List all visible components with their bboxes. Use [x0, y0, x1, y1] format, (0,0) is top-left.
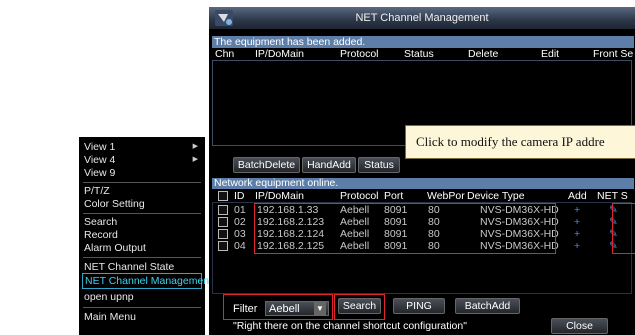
col-id: ID — [234, 190, 245, 202]
select-all-checkbox[interactable] — [218, 191, 228, 201]
col-device-type: Device Type — [467, 190, 525, 202]
menu-separator — [83, 213, 201, 214]
batch-add-button[interactable]: BatchAdd — [455, 298, 520, 314]
menu-item-wrapper: NET Channel Management — [79, 273, 212, 289]
shortcut-hint: "Right there on the channel shortcut con… — [233, 320, 467, 332]
menu-item-view-1[interactable]: View 1 ▶ — [84, 141, 200, 153]
ping-button[interactable]: PING — [393, 298, 445, 314]
menu-item-view-9[interactable]: View 9 — [84, 167, 200, 179]
window-title: NET Channel Management — [355, 12, 489, 24]
menu-item-main-menu[interactable]: Main Menu — [84, 311, 200, 323]
online-table-header: ID IP/DoMain Protocol Port WebPor Device… — [212, 189, 632, 202]
menu-item-record[interactable]: Record — [84, 229, 200, 241]
menu-item-open-upnp[interactable]: open upnp — [84, 291, 200, 303]
added-equipment-header: The equipment has been added. — [212, 36, 634, 48]
menu-separator — [83, 257, 201, 258]
tooltip-callout: Click to modify the camera IP addre — [405, 125, 635, 159]
col-net-setting: NET S — [597, 190, 628, 202]
row-checkbox[interactable] — [218, 205, 228, 215]
menu-separator — [83, 182, 201, 183]
menu-item-search[interactable]: Search — [84, 216, 200, 228]
chevron-right-icon: ▶ — [192, 143, 198, 150]
menu-item-net-channel-management[interactable]: NET Channel Management — [82, 273, 212, 289]
highlight-edit-column — [612, 203, 635, 254]
row-checkbox[interactable] — [218, 241, 228, 251]
row-checkbox[interactable] — [218, 229, 228, 239]
menu-item-view-4[interactable]: View 4 ▶ — [84, 154, 200, 166]
col-ip-domain: IP/DoMain — [255, 48, 305, 60]
filter-protocol-select[interactable]: Aebell ▼ — [265, 301, 329, 316]
col-ip-domain: IP/DoMain — [255, 190, 305, 202]
col-chn: Chn — [215, 48, 235, 60]
chevron-right-icon: ▶ — [192, 156, 198, 163]
menu-item-alarm-output[interactable]: Alarm Output — [84, 242, 200, 254]
add-device-button[interactable]: + — [574, 240, 580, 252]
col-web-port: WebPor — [427, 190, 465, 202]
close-button[interactable]: Close — [551, 318, 608, 334]
col-port: Port — [384, 190, 404, 202]
col-status: Status — [404, 48, 434, 60]
menu-item-color-setting[interactable]: Color Setting — [84, 198, 200, 210]
menu-item-ptz[interactable]: P/T/Z — [84, 185, 200, 197]
title-bar: NET Channel Management — [209, 7, 635, 29]
col-add: Add — [568, 190, 587, 202]
col-front-setting: Front Se — [593, 48, 634, 60]
status-button[interactable]: Status — [358, 157, 400, 173]
chevron-down-icon: ▼ — [314, 302, 326, 315]
menu-item-net-channel-state[interactable]: NET Channel State — [84, 261, 200, 273]
filter-label: Filter — [233, 303, 258, 315]
menu-separator — [83, 307, 201, 308]
added-table-header: Chn IP/DoMain Protocol Status Delete Edi… — [212, 48, 634, 60]
context-menu: View 1 ▶ View 4 ▶ View 9 P/T/Z Color Setti… — [79, 137, 212, 335]
row-checkbox[interactable] — [218, 217, 228, 227]
col-delete: Delete — [468, 48, 499, 60]
hand-add-button[interactable]: HandAdd — [302, 157, 356, 173]
add-device-button[interactable]: + — [574, 228, 580, 240]
net-channel-management-window: NET Channel Management The equipment has… — [209, 7, 635, 335]
online-equipment-header: Network equipment online. — [212, 178, 634, 189]
add-device-button[interactable]: + — [574, 216, 580, 228]
col-protocol: Protocol — [340, 190, 379, 202]
batch-delete-button[interactable]: BatchDelete — [233, 157, 300, 173]
search-button[interactable]: Search — [338, 298, 381, 314]
col-protocol: Protocol — [340, 48, 379, 60]
highlight-online-rows — [254, 203, 556, 254]
col-edit: Edit — [541, 48, 560, 60]
add-device-button[interactable]: + — [574, 204, 580, 216]
